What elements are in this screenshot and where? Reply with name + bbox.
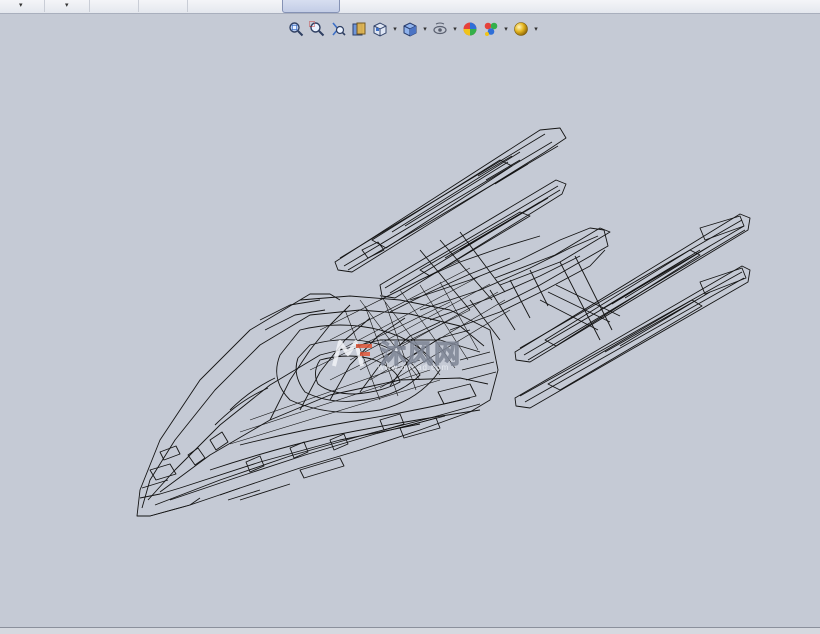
hide-show-items-dropdown[interactable]: ▾: [452, 25, 458, 33]
tab-active[interactable]: [282, 0, 340, 13]
apply-scene-icon: [484, 22, 498, 36]
tab-4[interactable]: [139, 0, 188, 12]
nose-section: [137, 445, 345, 517]
display-style-button[interactable]: [401, 20, 419, 38]
display-style-icon: [403, 22, 417, 37]
section-view-icon: [352, 22, 366, 36]
nacelle-right-upper: [514, 213, 751, 363]
graphics-area[interactable]: 沐风网 www.mfcad.com: [0, 44, 820, 626]
tab-3[interactable]: [90, 0, 139, 12]
hide-show-items-icon: [433, 22, 447, 35]
edit-appearance-button[interactable]: [461, 20, 479, 38]
previous-view-button[interactable]: [329, 20, 347, 38]
tab-dropdown-2[interactable]: ▾: [45, 0, 90, 12]
zoom-to-area-icon: [309, 21, 325, 37]
view-settings-icon: [514, 22, 528, 36]
apply-scene-dropdown[interactable]: ▾: [503, 25, 509, 33]
main-hull: [136, 227, 609, 517]
section-view-button[interactable]: [350, 20, 368, 38]
command-tab-strip: ▾ ▾: [0, 0, 820, 14]
view-orientation-dropdown[interactable]: ▾: [392, 25, 398, 33]
chevron-down-icon: ▾: [19, 2, 23, 9]
tab-dropdown-1[interactable]: ▾: [0, 0, 45, 12]
view-settings-button[interactable]: [512, 20, 530, 38]
previous-view-icon: [332, 22, 346, 36]
status-strip: [0, 628, 820, 634]
view-settings-dropdown[interactable]: ▾: [533, 25, 539, 33]
chevron-down-icon: ▾: [65, 2, 69, 9]
view-orientation-icon: [373, 22, 387, 37]
edit-appearance-icon: [463, 22, 477, 36]
watermark-url: www.mfcad.com: [378, 363, 450, 372]
nacelle-upper-left: [334, 127, 567, 273]
view-orientation-button[interactable]: [371, 20, 389, 38]
nacelle-upper-second: [379, 179, 567, 299]
zoom-to-fit-button[interactable]: [287, 20, 305, 38]
heads-up-view-toolbar: ▾ ▾ ▾ ▾ ▾: [287, 17, 539, 41]
zoom-to-area-button[interactable]: [308, 20, 326, 38]
display-style-dropdown[interactable]: ▾: [422, 25, 428, 33]
apply-scene-button[interactable]: [482, 20, 500, 38]
watermark-logo-icon: [332, 339, 372, 366]
zoom-to-fit-icon: [289, 22, 304, 37]
watermark: 沐风网 www.mfcad.com: [330, 334, 461, 372]
hide-show-items-button[interactable]: [431, 20, 449, 38]
